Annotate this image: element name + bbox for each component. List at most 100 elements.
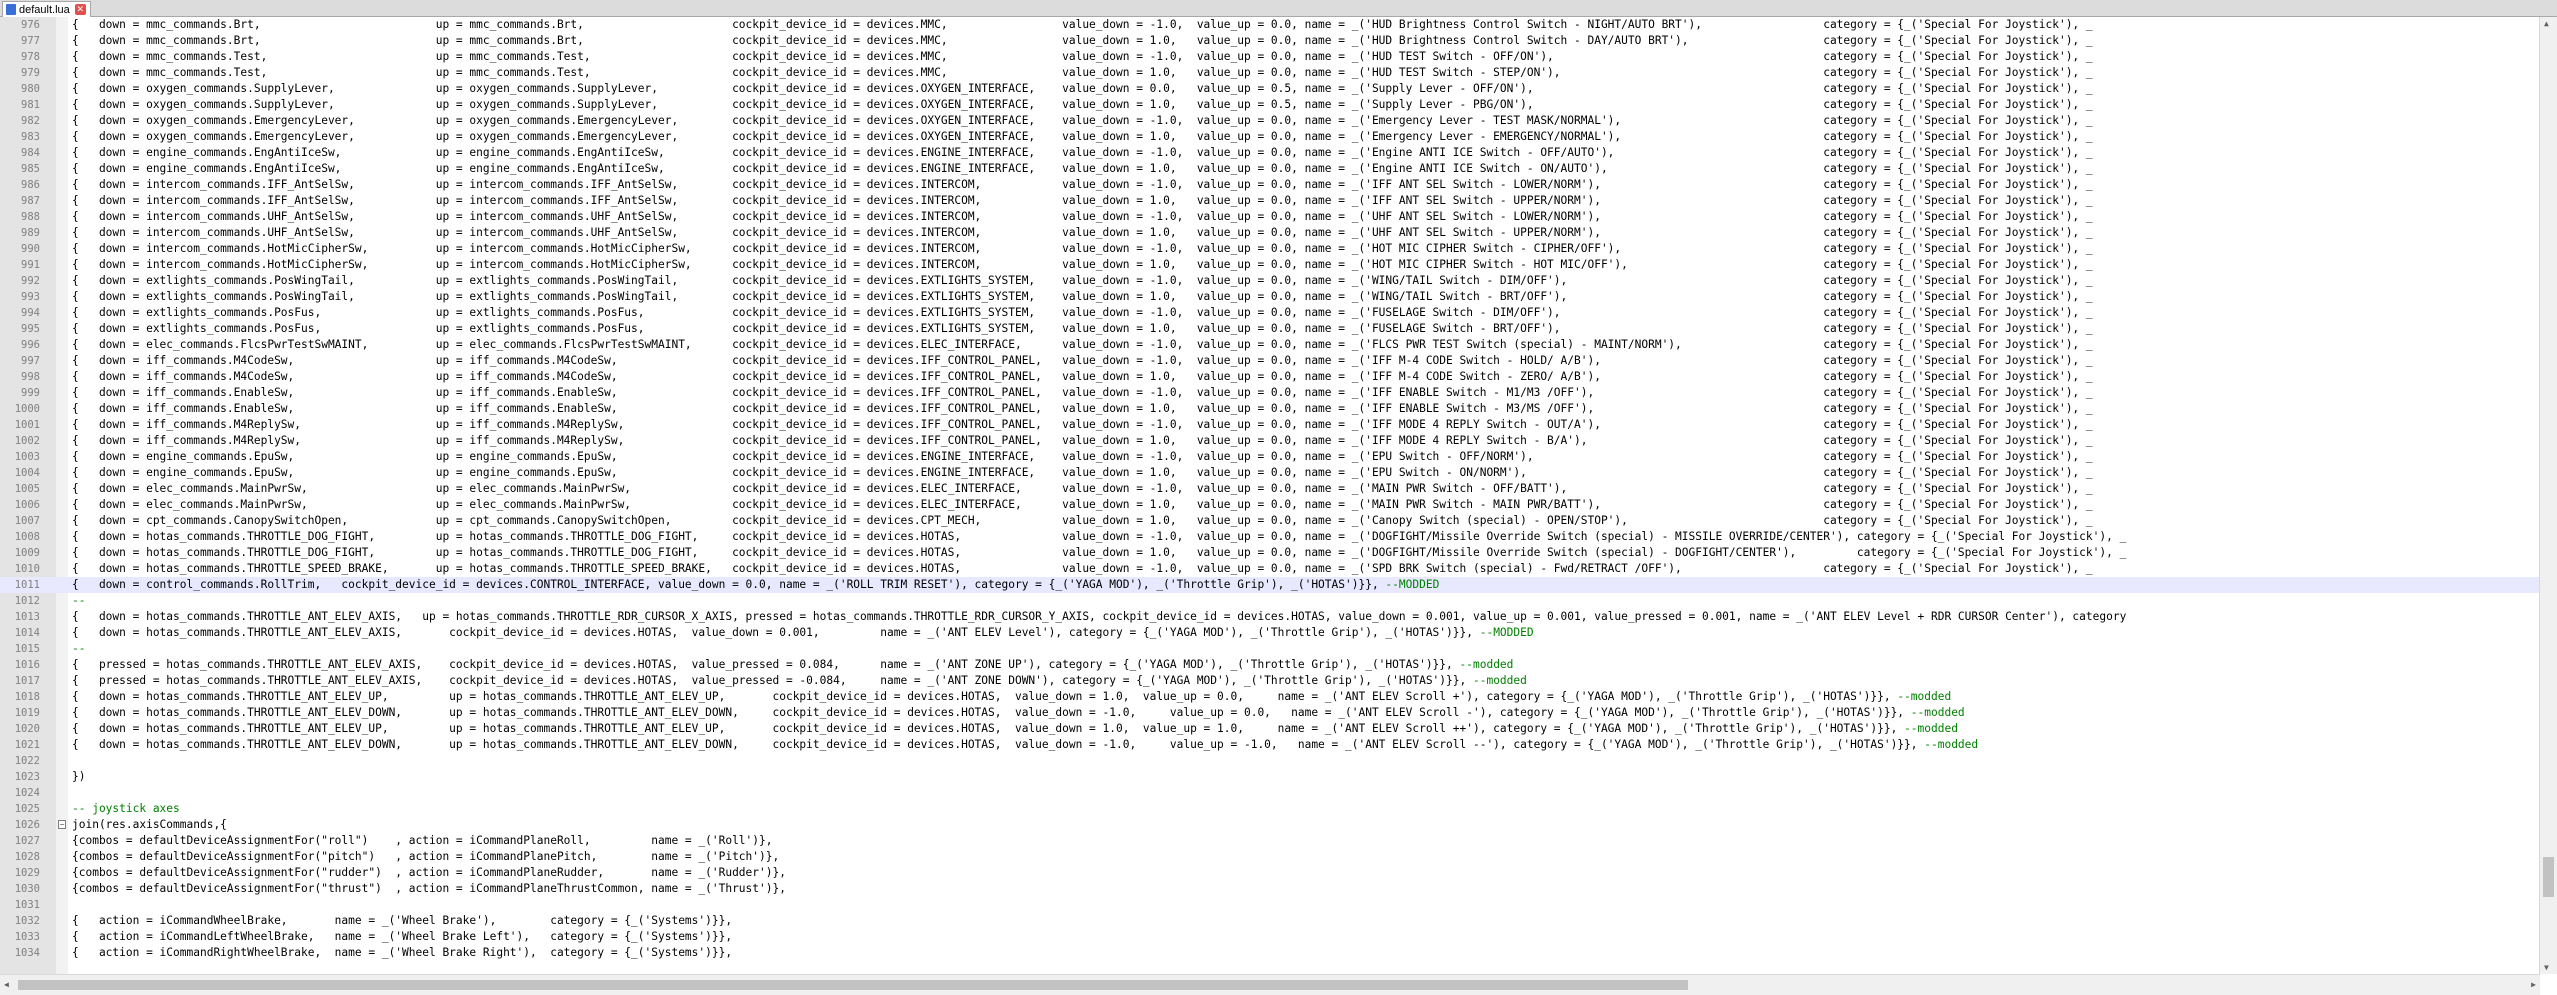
code-line[interactable]: 989 { down = intercom_commands.UHF_AntSel… bbox=[0, 225, 2540, 241]
code-line[interactable]: 1010 { down = hotas_commands.THROTTLE_SPE… bbox=[0, 561, 2540, 577]
code-line[interactable]: 1013 { down = hotas_commands.THROTTLE_ANT… bbox=[0, 609, 2540, 625]
code-line[interactable]: 994 { down = extlights_commands.PosFus, u… bbox=[0, 305, 2540, 321]
line-number: 1013 bbox=[14, 611, 40, 623]
code-line[interactable]: 985 { down = engine_commands.EngAntiIceSw… bbox=[0, 161, 2540, 177]
code-line[interactable]: 1002 { down = iff_commands.M4ReplySw, up … bbox=[0, 433, 2540, 449]
code-line[interactable]: 1026 − join(res.axisCommands,{ bbox=[0, 817, 2540, 833]
code-line[interactable]: 1001 { down = iff_commands.M4ReplySw, up … bbox=[0, 417, 2540, 433]
code-line[interactable]: 984 { down = engine_commands.EngAntiIceSw… bbox=[0, 145, 2540, 161]
code-line[interactable]: 1025 -- joystick axes bbox=[0, 801, 2540, 817]
code-line[interactable]: 1000 { down = iff_commands.EnableSw, up =… bbox=[0, 401, 2540, 417]
code-line[interactable]: 988 { down = intercom_commands.UHF_AntSel… bbox=[0, 209, 2540, 225]
close-icon[interactable]: ✕ bbox=[74, 4, 86, 15]
code-line[interactable]: 1018 { down = hotas_commands.THROTTLE_ANT… bbox=[0, 689, 2540, 705]
code-line[interactable]: 1028 {combos = defaultDeviceAssignmentFor… bbox=[0, 849, 2540, 865]
code-line[interactable]: 1009 { down = hotas_commands.THROTTLE_DOG… bbox=[0, 545, 2540, 561]
code-line[interactable]: 1023}) bbox=[0, 769, 2540, 785]
code-line[interactable]: 979 { down = mmc_commands.Test, up = mmc_… bbox=[0, 65, 2540, 81]
line-number: 1031 bbox=[14, 899, 40, 911]
code-line[interactable]: 1033 { action = iCommandLeftWheelBrake, n… bbox=[0, 929, 2540, 945]
code-line[interactable]: 997 { down = iff_commands.M4CodeSw, up = … bbox=[0, 353, 2540, 369]
line-number: 1030 bbox=[14, 883, 40, 895]
code-line[interactable]: 999 { down = iff_commands.EnableSw, up = … bbox=[0, 385, 2540, 401]
code-line[interactable]: 1032 { action = iCommandWheelBrake, name … bbox=[0, 913, 2540, 929]
code-line[interactable]: 1006 { down = elec_commands.MainPwrSw, up… bbox=[0, 497, 2540, 513]
code-text: { down = hotas_commands.THROTTLE_ANT_ELE… bbox=[72, 737, 1978, 753]
code-statement: { down = hotas_commands.THROTTLE_ANT_ELE… bbox=[72, 738, 1925, 751]
code-line[interactable]: 1014 { down = hotas_commands.THROTTLE_ANT… bbox=[0, 625, 2540, 641]
code-line[interactable]: 1017 { pressed = hotas_commands.THROTTLE_… bbox=[0, 673, 2540, 689]
code-line[interactable]: 1005 { down = elec_commands.MainPwrSw, up… bbox=[0, 481, 2540, 497]
code-line[interactable]: 993 { down = extlights_commands.PosWingTa… bbox=[0, 289, 2540, 305]
code-line[interactable]: 995 { down = extlights_commands.PosFus, u… bbox=[0, 321, 2540, 337]
code-statement: { down = hotas_commands.THROTTLE_SPEED_B… bbox=[72, 562, 2093, 575]
code-line[interactable]: 1015 -- bbox=[0, 641, 2540, 657]
vertical-scrollbar[interactable]: ▲ ▼ bbox=[2539, 17, 2557, 974]
code-text: {combos = defaultDeviceAssignmentFor("ro… bbox=[72, 833, 773, 849]
code-text: { action = iCommandLeftWheelBrake, name … bbox=[72, 929, 732, 945]
line-number: 986 bbox=[21, 179, 40, 191]
tab-default-lua[interactable]: default.lua ✕ bbox=[2, 1, 91, 17]
code-text: {combos = defaultDeviceAssignmentFor("th… bbox=[72, 881, 786, 897]
code-line[interactable]: 987 { down = intercom_commands.IFF_AntSel… bbox=[0, 193, 2540, 209]
horizontal-scroll-thumb[interactable] bbox=[18, 980, 1688, 990]
code-line[interactable]: 1003 { down = engine_commands.EpuSw, up =… bbox=[0, 449, 2540, 465]
code-statement: { action = iCommandWheelBrake, name = _(… bbox=[72, 914, 733, 927]
code-statement: { down = engine_commands.EngAntiIceSw, u… bbox=[72, 146, 2093, 159]
code-line[interactable]: 1030 {combos = defaultDeviceAssignmentFor… bbox=[0, 881, 2540, 897]
code-line[interactable]: 992 { down = extlights_commands.PosWingTa… bbox=[0, 273, 2540, 289]
code-line[interactable]: 1007 { down = cpt_commands.CanopySwitchOp… bbox=[0, 513, 2540, 529]
line-number: 993 bbox=[21, 291, 40, 303]
code-line[interactable]: 1027 {combos = defaultDeviceAssignmentFor… bbox=[0, 833, 2540, 849]
scroll-up-icon[interactable]: ▲ bbox=[2544, 19, 2549, 28]
code-statement: { down = iff_commands.EnableSw, up = iff… bbox=[72, 386, 2093, 399]
scroll-down-icon[interactable]: ▼ bbox=[2544, 963, 2549, 972]
code-line[interactable]: 991 { down = intercom_commands.HotMicCiph… bbox=[0, 257, 2540, 273]
code-line[interactable]: 998 { down = iff_commands.M4CodeSw, up = … bbox=[0, 369, 2540, 385]
code-statement: { down = iff_commands.M4CodeSw, up = iff… bbox=[72, 370, 2093, 383]
code-line[interactable]: 1016 { pressed = hotas_commands.THROTTLE_… bbox=[0, 657, 2540, 673]
line-number: 1007 bbox=[14, 515, 40, 527]
scroll-left-icon[interactable]: ◀ bbox=[4, 980, 9, 989]
code-line[interactable]: 977 { down = mmc_commands.Brt, up = mmc_c… bbox=[0, 33, 2540, 49]
code-line[interactable]: 1008 { down = hotas_commands.THROTTLE_DOG… bbox=[0, 529, 2540, 545]
code-text: { down = hotas_commands.THROTTLE_DOG_FIG… bbox=[72, 529, 2126, 545]
line-number: 1001 bbox=[14, 419, 40, 431]
line-number: 1002 bbox=[14, 435, 40, 447]
code-statement: { down = intercom_commands.UHF_AntSelSw,… bbox=[72, 210, 2093, 223]
code-line[interactable]: 1029 {combos = defaultDeviceAssignmentFor… bbox=[0, 865, 2540, 881]
code-line[interactable]: 981 { down = oxygen_commands.SupplyLever,… bbox=[0, 97, 2540, 113]
code-line[interactable]: 1024 bbox=[0, 785, 2540, 801]
code-text: { down = elec_commands.MainPwrSw, up = e… bbox=[72, 497, 2093, 513]
code-text: {combos = defaultDeviceAssignmentFor("ru… bbox=[72, 865, 786, 881]
code-line[interactable]: 1012 -- bbox=[0, 593, 2540, 609]
code-line[interactable]: 983 { down = oxygen_commands.EmergencyLev… bbox=[0, 129, 2540, 145]
vertical-scroll-thumb[interactable] bbox=[2543, 857, 2554, 897]
horizontal-scrollbar[interactable]: ◀ ▶ bbox=[0, 974, 2540, 995]
code-line[interactable]: 986 { down = intercom_commands.IFF_AntSel… bbox=[0, 177, 2540, 193]
code-line[interactable]: 1011 { down = control_commands.RollTrim, … bbox=[0, 577, 2540, 593]
code-line[interactable]: 976 { down = mmc_commands.Brt, up = mmc_c… bbox=[0, 17, 2540, 33]
code-line[interactable]: 1034 { action = iCommandRightWheelBrake, … bbox=[0, 945, 2540, 961]
code-line[interactable]: 1031 bbox=[0, 897, 2540, 913]
code-line[interactable]: 1022 bbox=[0, 753, 2540, 769]
code-line[interactable]: 990 { down = intercom_commands.HotMicCiph… bbox=[0, 241, 2540, 257]
fold-toggle-icon[interactable]: − bbox=[58, 820, 66, 829]
code-line[interactable]: 996 { down = elec_commands.FlcsPwrTestSwM… bbox=[0, 337, 2540, 353]
code-line[interactable]: 1019 { down = hotas_commands.THROTTLE_ANT… bbox=[0, 705, 2540, 721]
code-editor[interactable]: 976 { down = mmc_commands.Brt, up = mmc_c… bbox=[0, 17, 2540, 974]
code-comment: --MODDED bbox=[1479, 626, 1534, 639]
line-number: 1026 bbox=[14, 819, 40, 831]
code-line[interactable]: 1020 { down = hotas_commands.THROTTLE_ANT… bbox=[0, 721, 2540, 737]
code-text: { down = iff_commands.EnableSw, up = iff… bbox=[72, 385, 2093, 401]
code-line[interactable]: 1021 { down = hotas_commands.THROTTLE_ANT… bbox=[0, 737, 2540, 753]
code-text: { down = oxygen_commands.EmergencyLever,… bbox=[72, 113, 2093, 129]
scroll-right-icon[interactable]: ▶ bbox=[2531, 980, 2536, 989]
line-number: 996 bbox=[21, 339, 40, 351]
code-line[interactable]: 980 { down = oxygen_commands.SupplyLever,… bbox=[0, 81, 2540, 97]
code-line[interactable]: 978 { down = mmc_commands.Test, up = mmc_… bbox=[0, 49, 2540, 65]
code-line[interactable]: 982 { down = oxygen_commands.EmergencyLev… bbox=[0, 113, 2540, 129]
code-text: { action = iCommandWheelBrake, name = _(… bbox=[72, 913, 732, 929]
code-line[interactable]: 1004 { down = engine_commands.EpuSw, up =… bbox=[0, 465, 2540, 481]
code-statement: { down = mmc_commands.Brt, up = mmc_comm… bbox=[72, 34, 2093, 47]
